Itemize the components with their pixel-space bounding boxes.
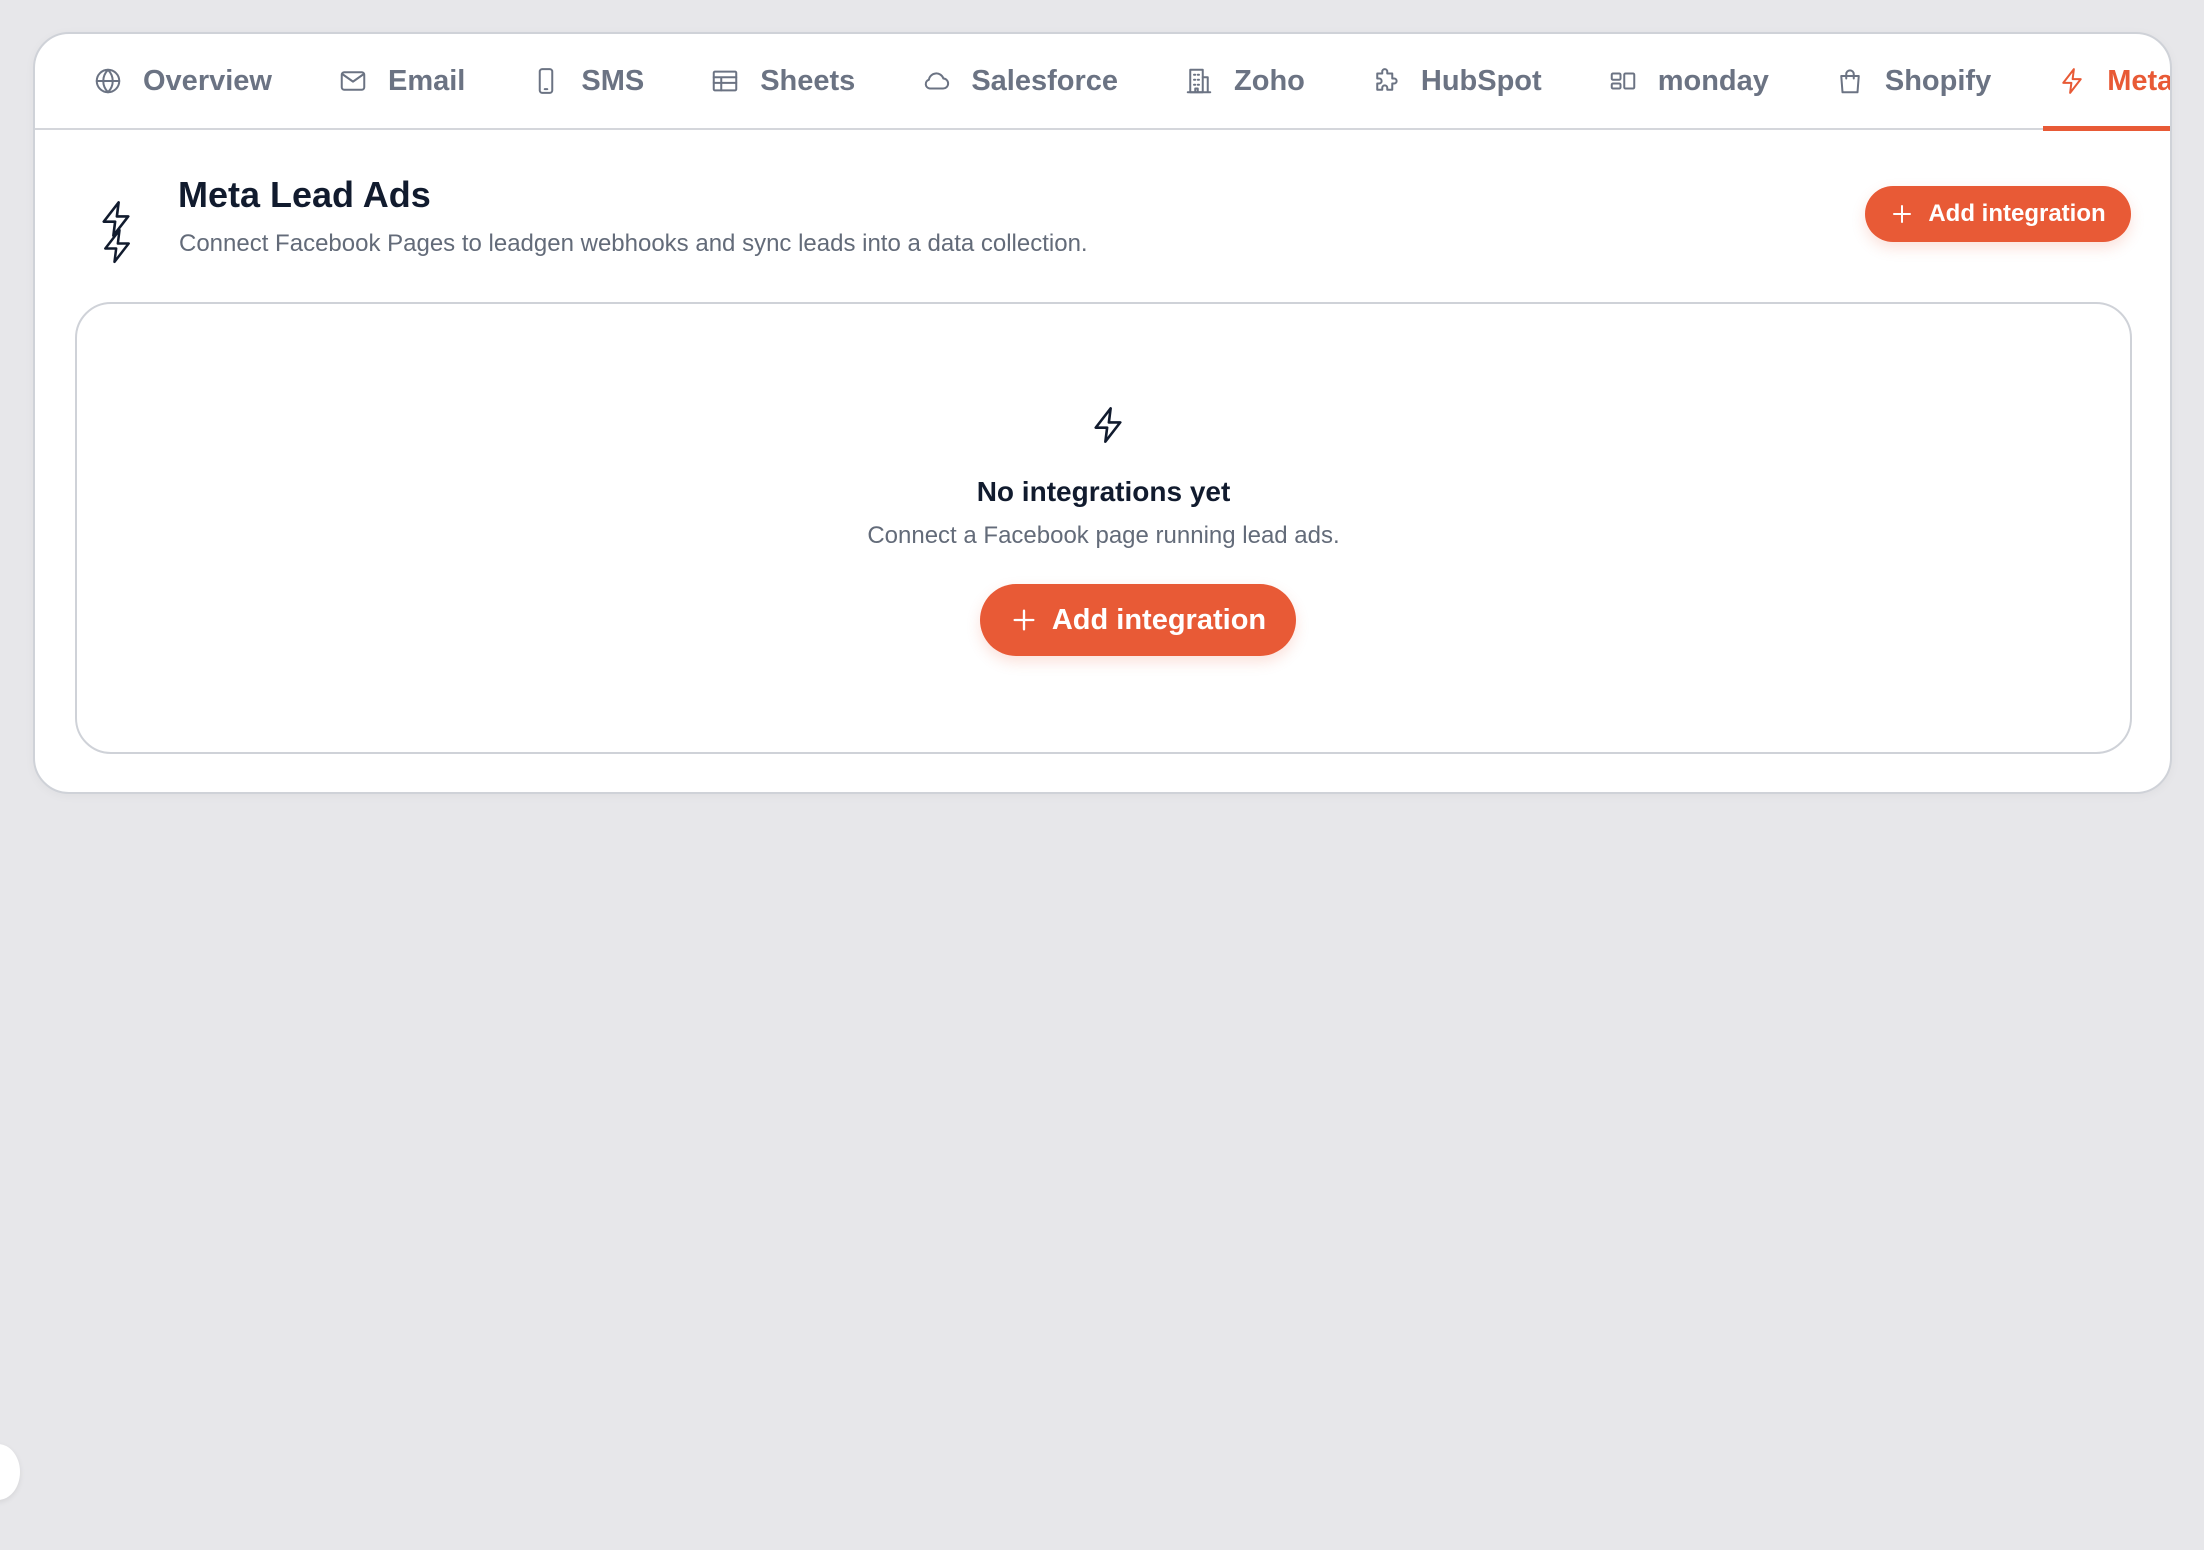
tab-monday[interactable]: monday	[1608, 34, 1769, 129]
tab-salesforce[interactable]: Salesforce	[921, 34, 1119, 129]
tab-email[interactable]: Email	[338, 34, 466, 129]
page-subtitle: Connect Facebook Pages to leadgen webhoo…	[179, 230, 1088, 257]
mail-icon	[340, 71, 366, 91]
tab-label: Sheets	[760, 64, 856, 97]
lightning-icon	[102, 201, 130, 237]
plus-icon	[1013, 609, 1035, 631]
board-icon	[1610, 72, 1635, 90]
tab-label: SMS	[581, 64, 645, 97]
tab-label: Zoho	[1234, 64, 1305, 97]
table-icon	[712, 70, 738, 92]
plus-icon	[1893, 205, 1912, 223]
puzzle-icon	[1376, 68, 1398, 91]
floating-handle[interactable]	[0, 1444, 20, 1500]
phone-icon	[539, 68, 554, 94]
tab-sheets[interactable]: Sheets	[710, 34, 856, 129]
tab-label: Meta Lea	[2107, 64, 2172, 97]
empty-state-subtitle: Connect a Facebook page running lead ads…	[867, 522, 1340, 549]
tab-overview[interactable]: Overview	[93, 34, 272, 129]
tab-hubspot[interactable]: HubSpot	[1371, 34, 1542, 129]
tab-label: Salesforce	[971, 64, 1119, 97]
tab-zoho[interactable]: Zoho	[1184, 34, 1305, 129]
building-icon	[1186, 68, 1212, 94]
tab-label: Email	[387, 64, 466, 97]
tab-label: monday	[1657, 64, 1769, 97]
tab-meta-lead-ads[interactable]: Meta Lea	[2043, 34, 2172, 131]
tab-shopify[interactable]: Shopify	[1835, 34, 1992, 129]
page-title: Meta Lead Ads	[178, 174, 431, 215]
globe-icon	[95, 68, 121, 94]
integration-tabs: Overview Email SMS Sheets Salesforce Zoh…	[35, 34, 2172, 131]
shopping-bag-icon	[1840, 69, 1860, 94]
tab-label: Shopify	[1884, 64, 1992, 97]
tab-label: Overview	[143, 64, 272, 97]
tab-label: HubSpot	[1420, 64, 1542, 97]
empty-state-panel: No integrations yet Connect a Facebook p…	[75, 302, 2132, 754]
lightning-icon	[2062, 68, 2082, 94]
add-integration-button-empty[interactable]: Add integration	[980, 584, 1296, 656]
tab-sms[interactable]: SMS	[531, 34, 645, 129]
add-integration-label: Add integration	[1928, 200, 2106, 227]
add-integration-button[interactable]: Add integration	[1865, 186, 2131, 242]
cloud-icon	[925, 72, 950, 90]
integrations-card: Overview Email SMS Sheets Salesforce Zoh…	[33, 32, 2172, 794]
add-integration-label: Add integration	[1051, 603, 1267, 636]
lightning-icon	[1094, 407, 1122, 443]
empty-state-title: No integrations yet	[976, 476, 1231, 507]
